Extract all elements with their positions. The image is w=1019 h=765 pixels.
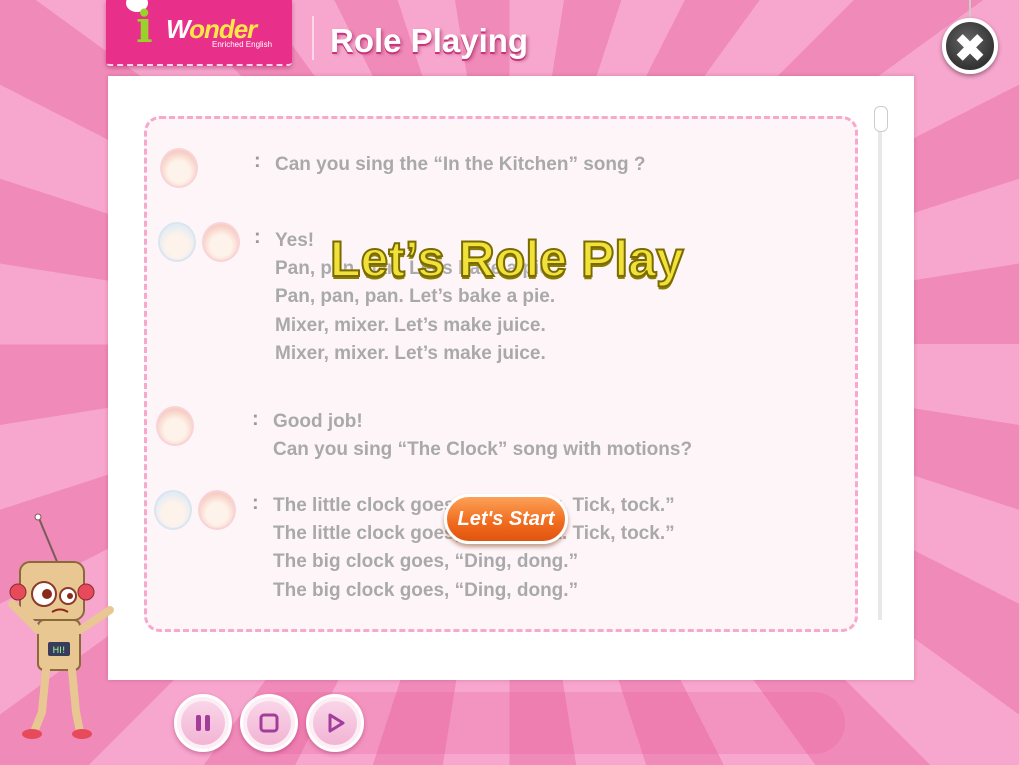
- header-divider: [312, 16, 314, 60]
- dialog-line: The big clock goes, “Ding, dong.”: [273, 551, 579, 572]
- scrollbar-track[interactable]: [878, 108, 882, 620]
- page-title: Role Playing: [330, 22, 529, 59]
- logo-w: W: [166, 14, 190, 44]
- boy-icon: [154, 490, 192, 530]
- wonder-logo: i Wonder Enriched English: [106, 0, 292, 66]
- close-icon: ✖: [953, 27, 987, 71]
- close-string: [969, 0, 971, 20]
- close-button[interactable]: ✖: [942, 18, 998, 74]
- colon: :: [252, 492, 259, 514]
- dialog-line: Pan, pan, pan. Let’s bake a pie.: [275, 286, 556, 307]
- play-icon: [328, 713, 345, 733]
- logo-subtitle: Enriched English: [212, 40, 273, 49]
- dialog-line: The big clock goes, “Ding, dong.”: [273, 580, 579, 601]
- pause-icon: [196, 715, 210, 731]
- dialog-line: Can you sing “The Clock” song with motio…: [273, 439, 693, 460]
- girl-icon: [160, 148, 198, 188]
- colon: :: [254, 150, 261, 172]
- dialog-line: Mixer, mixer. Let’s make juice.: [275, 315, 546, 336]
- start-button[interactable]: Let's Start: [444, 494, 568, 544]
- pause-button[interactable]: [174, 694, 232, 752]
- boy-icon: [158, 222, 196, 262]
- colon: :: [252, 408, 259, 430]
- stop-button[interactable]: [240, 694, 298, 752]
- girl-icon: [202, 222, 240, 262]
- dialog-line: Mixer, mixer. Let’s make juice.: [275, 343, 546, 364]
- colon: :: [254, 226, 261, 248]
- robot-mascot: HI!: [8, 513, 114, 739]
- dialog-line: Good job!: [273, 411, 363, 432]
- scrollbar-thumb[interactable]: [874, 106, 888, 132]
- play-button[interactable]: [306, 694, 364, 752]
- robot-badge: HI!: [52, 646, 65, 656]
- role-play-title: Let’s Role Play: [329, 230, 685, 288]
- stop-icon: [259, 713, 279, 733]
- content-panel: : Can you sing the “In the Kitchen” song…: [108, 76, 914, 680]
- logo-i: i: [136, 2, 153, 53]
- dialog-line: Yes!: [275, 230, 315, 251]
- girl-icon: [198, 490, 236, 530]
- girl-icon: [156, 406, 194, 446]
- dialog-line: Can you sing the “In the Kitchen” song ?: [275, 154, 646, 175]
